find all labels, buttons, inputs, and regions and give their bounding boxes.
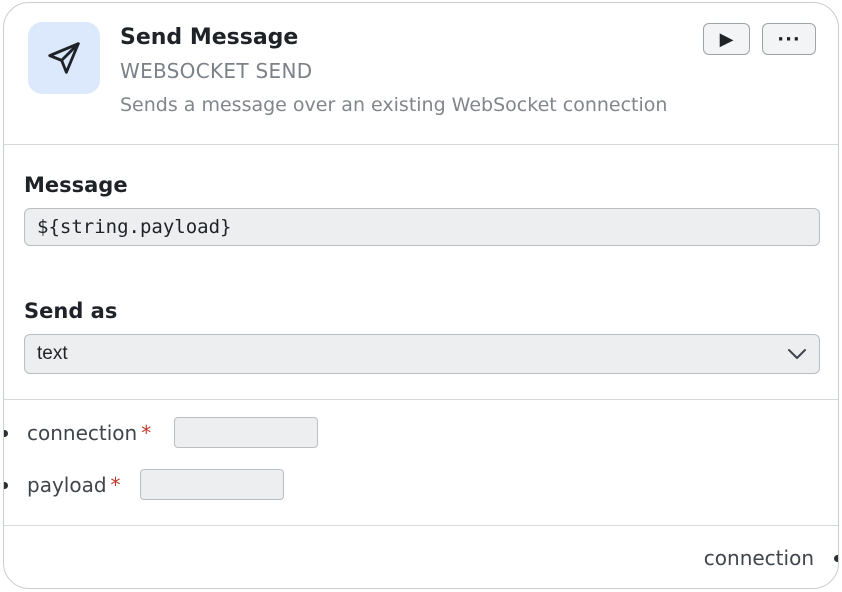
node-description: Sends a message over an existing WebSock… bbox=[120, 94, 668, 116]
port-label: payload * bbox=[27, 473, 121, 497]
send-as-label: Send as bbox=[24, 299, 118, 323]
node-card[interactable]: Send Message WEBSOCKET SEND Sends a mess… bbox=[3, 2, 839, 589]
ellipsis-icon: ··· bbox=[777, 28, 801, 50]
node-header: Send Message WEBSOCKET SEND Sends a mess… bbox=[4, 3, 838, 145]
node-title: Send Message bbox=[120, 25, 299, 50]
send-icon bbox=[48, 42, 80, 74]
node-type-label: WEBSOCKET SEND bbox=[120, 59, 313, 83]
payload-port-input[interactable] bbox=[140, 469, 284, 500]
node-icon-box bbox=[28, 22, 100, 94]
required-mark: * bbox=[141, 421, 152, 445]
message-input[interactable]: ${string.payload} bbox=[24, 208, 820, 246]
message-label: Message bbox=[24, 173, 128, 197]
run-button[interactable]: ▶ bbox=[703, 23, 750, 55]
output-ports: connection bbox=[4, 526, 838, 588]
input-port-payload: payload * bbox=[4, 469, 838, 501]
output-port-handle[interactable] bbox=[834, 555, 838, 562]
required-mark: * bbox=[110, 473, 121, 497]
chevron-down-icon bbox=[788, 349, 806, 359]
output-port-label: connection bbox=[703, 546, 814, 570]
input-ports: connection * payload * bbox=[4, 400, 838, 526]
more-options-button[interactable]: ··· bbox=[762, 23, 816, 55]
port-handle[interactable] bbox=[4, 482, 8, 489]
send-as-value: text bbox=[37, 343, 68, 364]
node-config: Message ${string.payload} Send as text bbox=[4, 144, 838, 400]
send-as-select[interactable]: text bbox=[24, 334, 820, 374]
connection-port-input[interactable] bbox=[174, 417, 318, 448]
input-port-connection: connection * bbox=[4, 417, 838, 449]
port-label: connection * bbox=[27, 421, 152, 445]
port-handle[interactable] bbox=[4, 430, 8, 437]
play-icon: ▶ bbox=[719, 28, 734, 50]
